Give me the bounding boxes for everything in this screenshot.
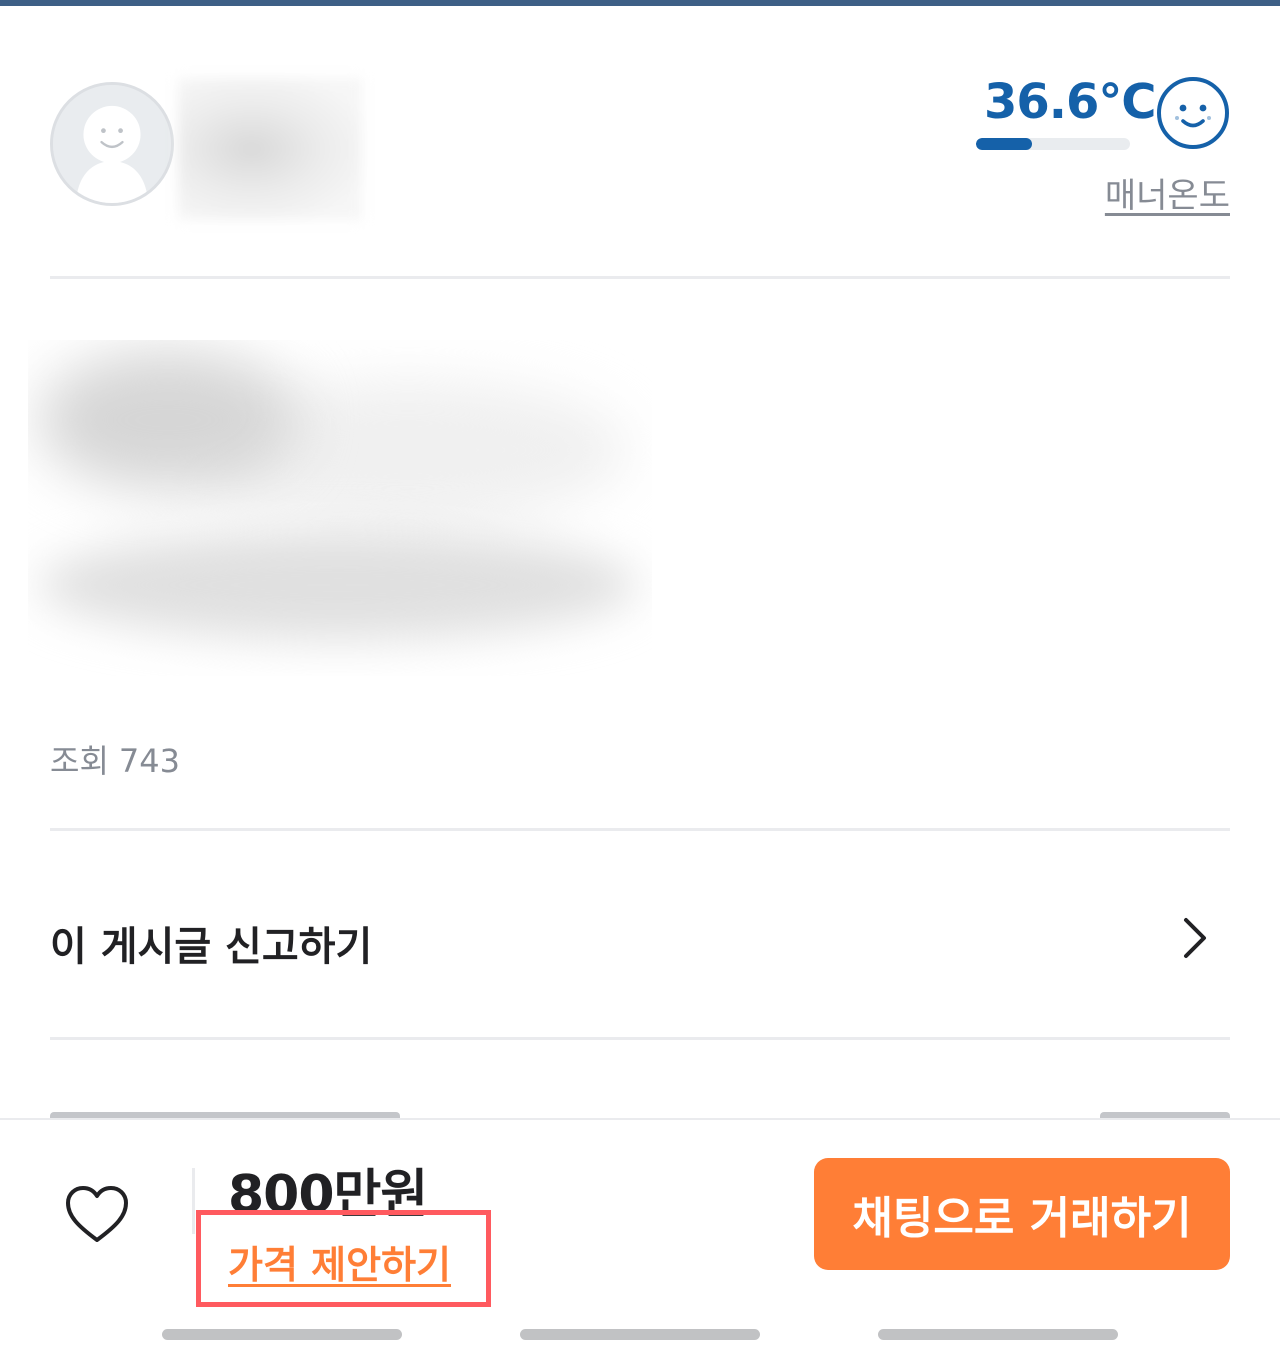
divider: [50, 828, 1230, 831]
views-count: 743: [118, 742, 180, 780]
nav-handle: [878, 1329, 1118, 1340]
top-strip: [0, 0, 1280, 6]
post-content-blurred: [28, 340, 652, 676]
nav-handle: [162, 1329, 402, 1340]
chevron-right-icon: [1184, 918, 1206, 958]
manner-temperature-bar: [976, 138, 1130, 150]
divider: [50, 1037, 1230, 1040]
nav-handle: [520, 1329, 760, 1340]
views-label: 조회: [50, 742, 109, 780]
price-offer-link[interactable]: 가격 제안하기: [228, 1234, 451, 1289]
report-post-label: 이 게시글 신고하기: [50, 924, 373, 970]
avatar[interactable]: [50, 82, 174, 206]
avatar-placeholder-icon: [53, 85, 171, 203]
vertical-separator: [192, 1168, 195, 1234]
chat-trade-button[interactable]: 채팅으로 거래하기: [814, 1158, 1230, 1270]
manner-temperature: 36.6℃: [984, 74, 1157, 130]
view-count: 조회 743: [50, 736, 180, 782]
manner-face-icon: [1157, 77, 1229, 149]
manner-temperature-link[interactable]: 매너온도: [1105, 168, 1230, 217]
divider: [50, 276, 1230, 279]
report-post-row[interactable]: 이 게시글 신고하기: [50, 862, 1230, 1012]
manner-temperature-fill: [976, 138, 1033, 150]
heart-icon[interactable]: [64, 1184, 130, 1246]
seller-info-blurred: [178, 78, 362, 220]
